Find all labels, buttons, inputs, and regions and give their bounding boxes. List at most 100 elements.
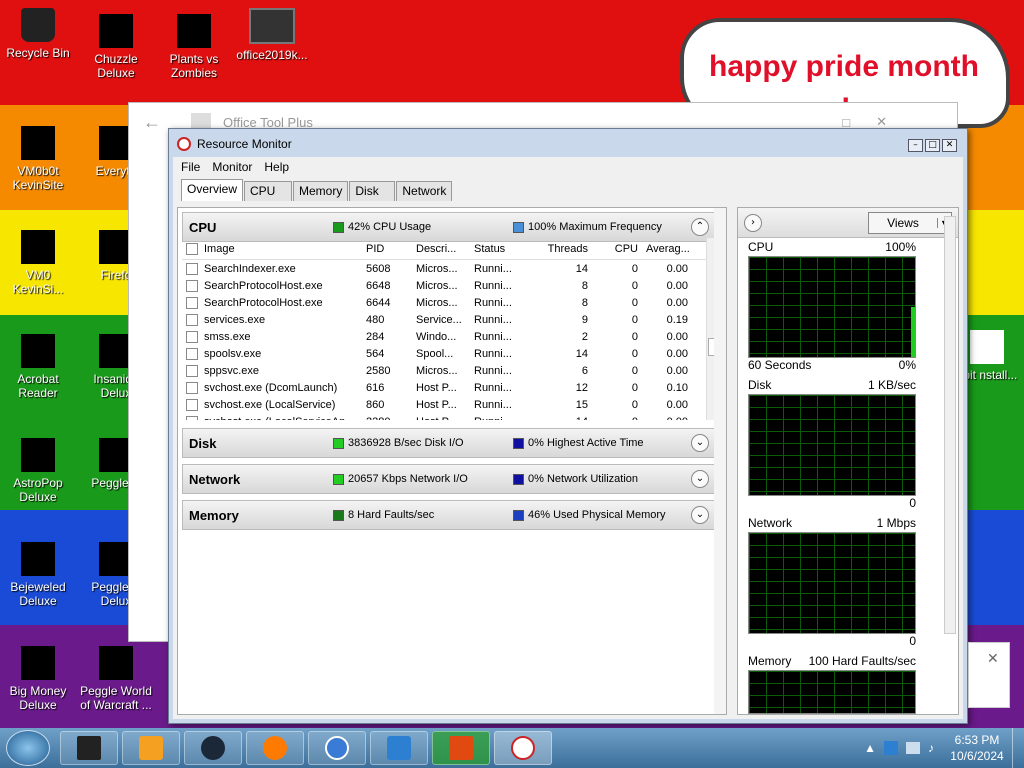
taskbar-item-steam[interactable] xyxy=(184,731,242,765)
process-checkbox[interactable] xyxy=(186,398,198,411)
expand-chevron-down-icon[interactable]: ⌄ xyxy=(691,434,709,452)
tray-app-icon[interactable] xyxy=(884,741,898,755)
expand-right-chevron-icon[interactable]: › xyxy=(744,213,762,232)
process-checkbox[interactable] xyxy=(186,330,198,343)
tab-cpu[interactable]: CPU xyxy=(244,181,293,201)
tab-overview[interactable]: Overview xyxy=(181,179,244,201)
taskbar-item-desktop[interactable] xyxy=(60,731,118,765)
memory-section-header[interactable]: Memory 8 Hard Faults/sec 46% Used Physic… xyxy=(182,500,720,530)
table-row[interactable]: spoolsv.exe 564 Spool... Runni... 14 0 0.00 xyxy=(182,345,720,362)
table-row[interactable]: smss.exe 284 Windo... Runni... 2 0 0.00 xyxy=(182,328,720,345)
column-average-cpu[interactable]: Averag... xyxy=(642,243,692,255)
cell-description: Service... xyxy=(416,313,462,326)
desktop-icon-acrobat[interactable]: Acrobat Reader xyxy=(0,334,76,400)
column-threads[interactable]: Threads xyxy=(528,243,592,255)
maximize-button[interactable]: □ xyxy=(925,139,940,152)
desktop-icon-peggle-wow[interactable]: Peggle World of Warcraft ... xyxy=(78,646,154,712)
column-image[interactable]: Image xyxy=(182,242,362,255)
cell-threads: 14 xyxy=(575,262,588,275)
taskbar-item-firefox[interactable] xyxy=(246,731,304,765)
process-checkbox[interactable] xyxy=(186,279,198,292)
minimize-button[interactable]: – xyxy=(908,139,923,152)
cell-cpu: 0 xyxy=(631,398,638,411)
disk-io-swatch xyxy=(333,437,344,449)
cell-pid: 860 xyxy=(366,398,385,411)
collapse-chevron-up-icon[interactable]: ⌃ xyxy=(691,218,709,236)
expand-chevron-down-icon[interactable]: ⌄ xyxy=(691,470,709,488)
side-panel-header: › Views ▼ xyxy=(738,208,958,238)
taskbar-item-media-player[interactable] xyxy=(122,731,180,765)
steam-icon xyxy=(201,736,225,760)
process-checkbox[interactable] xyxy=(186,347,198,360)
tab-memory[interactable]: Memory xyxy=(293,181,349,201)
desktop-icon-vm0b0t[interactable]: VM0b0t KevinSite xyxy=(0,126,76,192)
hard-faults-swatch xyxy=(333,509,344,521)
desktop-icon-office2019[interactable]: office2019k... xyxy=(234,8,310,62)
desktop-icon-big-money[interactable]: Big Money Deluxe xyxy=(0,646,76,712)
resource-monitor-window[interactable]: Resource Monitor – □ ✕ File Monitor Help… xyxy=(168,128,968,724)
cell-average-cpu: 0.10 xyxy=(666,381,688,394)
main-panel-scrollbar[interactable] xyxy=(714,208,726,714)
desktop-icon-recycle-bin[interactable]: Recycle Bin xyxy=(0,8,76,60)
clock[interactable]: 6:53 PM 10/6/2024 xyxy=(942,732,1012,764)
desktop-icon-pvz[interactable]: Plants vs Zombies xyxy=(156,14,232,80)
column-cpu[interactable]: CPU xyxy=(592,243,642,255)
select-all-checkbox[interactable] xyxy=(186,242,198,255)
desktop-icon-astropop[interactable]: AstroPop Deluxe xyxy=(0,438,76,504)
table-row[interactable]: SearchProtocolHost.exe 6644 Micros... Runni… xyxy=(182,294,720,311)
network-section-header[interactable]: Network 20657 Kbps Network I/O 0% Networ… xyxy=(182,464,720,494)
process-checkbox[interactable] xyxy=(186,381,198,394)
views-dropdown[interactable]: Views ▼ xyxy=(868,211,952,234)
table-row[interactable]: SearchProtocolHost.exe 6648 Micros... Runni… xyxy=(182,277,720,294)
process-checkbox[interactable] xyxy=(186,262,198,275)
menu-file[interactable]: File xyxy=(181,160,200,174)
taskbar-item-resource-monitor[interactable] xyxy=(494,731,552,765)
process-checkbox[interactable] xyxy=(186,415,198,420)
cell-image: SearchIndexer.exe xyxy=(182,262,362,275)
tab-disk[interactable]: Disk xyxy=(349,181,396,201)
office-icon xyxy=(449,736,473,760)
tab-network[interactable]: Network xyxy=(396,181,453,201)
taskbar-item-office-tool[interactable] xyxy=(370,731,428,765)
disk-section-header[interactable]: Disk 3836928 B/sec Disk I/O 0% Highest A… xyxy=(182,428,720,458)
cell-pid: 6644 xyxy=(366,296,391,309)
cell-cpu: 0 xyxy=(631,279,638,292)
table-row[interactable]: svchost.exe (DcomLaunch) 616 Host P... Runn… xyxy=(182,379,720,396)
show-desktop-button[interactable] xyxy=(1012,728,1024,768)
menu-help[interactable]: Help xyxy=(264,160,289,174)
desktop-icon-chuzzle[interactable]: Chuzzle Deluxe xyxy=(78,14,154,80)
network-utilization-indicator: 0% Network Utilization xyxy=(513,473,703,485)
close-icon[interactable]: ✕ xyxy=(987,651,999,667)
notification-card[interactable]: ✕ xyxy=(968,642,1010,708)
network-icon[interactable] xyxy=(906,742,920,754)
column-pid[interactable]: PID xyxy=(362,243,412,255)
volume-icon[interactable]: ♪ xyxy=(928,741,934,755)
process-checkbox[interactable] xyxy=(186,296,198,309)
show-hidden-icons-arrow-icon[interactable]: ▲ xyxy=(864,741,876,755)
cell-description: Host P... xyxy=(416,398,457,411)
cpu-graph-trace xyxy=(911,307,915,357)
side-panel-scrollbar[interactable] xyxy=(944,216,956,634)
memory-graph-plot xyxy=(748,670,916,714)
taskbar-item-office[interactable] xyxy=(432,731,490,765)
table-row[interactable]: svchost.exe (LocalService) 860 Host P... Ru… xyxy=(182,396,720,413)
table-row[interactable]: services.exe 480 Service... Runni... 9 0 0.19 xyxy=(182,311,720,328)
table-row[interactable]: sppsvc.exe 2580 Micros... Runni... 6 0 0.00 xyxy=(182,362,720,379)
process-checkbox[interactable] xyxy=(186,313,198,326)
menu-monitor[interactable]: Monitor xyxy=(212,160,252,174)
desktop-icon-vm0[interactable]: VM0 KevinSi... xyxy=(0,230,76,296)
start-button[interactable] xyxy=(6,730,50,766)
desktop-icon-bejeweled[interactable]: Bejeweled Deluxe xyxy=(0,542,76,608)
taskbar-item-qbittorrent[interactable] xyxy=(308,731,366,765)
table-row[interactable]: SearchIndexer.exe 5608 Micros... Runni... 14… xyxy=(182,260,720,277)
back-arrow-icon[interactable]: ← xyxy=(143,112,161,133)
cell-image: smss.exe xyxy=(182,330,362,343)
column-status[interactable]: Status xyxy=(470,243,528,255)
process-checkbox[interactable] xyxy=(186,364,198,377)
cell-image: svchost.exe (LocalService) xyxy=(182,398,362,411)
column-description[interactable]: Descri... xyxy=(412,243,470,255)
close-button[interactable]: ✕ xyxy=(942,139,957,152)
expand-chevron-down-icon[interactable]: ⌄ xyxy=(691,506,709,524)
table-row[interactable]: svchost.exe (LocalServiceAn...2280Host P… xyxy=(182,413,720,420)
network-graph-plot xyxy=(748,532,916,634)
